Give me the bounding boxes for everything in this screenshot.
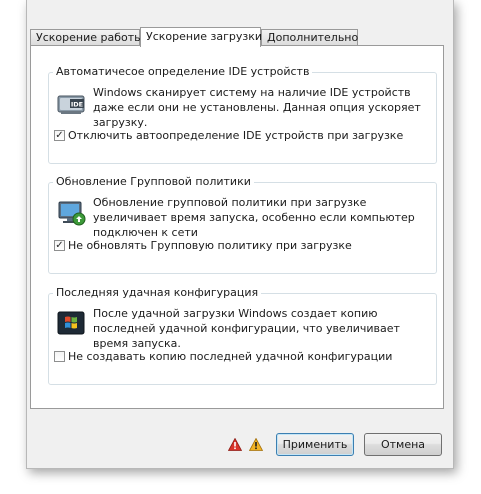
policy-checkbox-row[interactable]: ✓ Не обновлять Групповую политику при заг… bbox=[54, 239, 352, 254]
ide-drive-icon: IDE bbox=[57, 95, 85, 114]
policy-group-title: Обновление Групповой политики bbox=[53, 175, 254, 188]
red-warning-icon bbox=[228, 438, 242, 451]
apply-button[interactable]: Применить bbox=[276, 433, 354, 456]
group-policy-icon bbox=[58, 201, 86, 226]
ide-checkbox-row[interactable]: ✓ Отключить автоопределение IDE устройств… bbox=[54, 129, 403, 144]
ide-checkbox-label: Отключить автоопределение IDE устройств … bbox=[68, 129, 404, 142]
windows-logo-icon bbox=[57, 311, 85, 335]
ide-group-description: Windows сканирует систему на наличие IDE… bbox=[93, 86, 421, 129]
config-group-title: Последняя удачная конфигурация bbox=[53, 286, 262, 299]
tab-additional[interactable]: Дополнительно bbox=[261, 29, 358, 45]
last-good-config-group: Последняя удачная конфигурация После уда… bbox=[48, 286, 437, 385]
tab-boot-speedup[interactable]: Ускорение загрузки bbox=[140, 27, 262, 47]
ide-group-title: Автоматичесое определение IDE устройств bbox=[53, 65, 313, 78]
policy-group-description: Обновление групповой политики при загруз… bbox=[93, 196, 415, 239]
group-policy-group: Обновление Групповой политики Обновление… bbox=[48, 175, 437, 274]
yellow-warning-icon bbox=[249, 438, 263, 451]
config-checkbox-row[interactable]: Не создавать копию последней удачной кон… bbox=[54, 350, 392, 365]
policy-checkbox[interactable]: ✓ bbox=[54, 239, 65, 251]
settings-window: Ускорение работы Ускорение загрузки Допо… bbox=[26, 0, 454, 469]
tab-performance[interactable]: Ускорение работы bbox=[30, 29, 143, 45]
dialog-footer: Применить Отмена bbox=[27, 420, 453, 468]
tab-panel: Автоматичесое определение IDE устройств … bbox=[30, 45, 444, 409]
config-checkbox[interactable] bbox=[54, 350, 65, 362]
ide-icon-text: IDE bbox=[71, 101, 83, 109]
policy-checkbox-label: Не обновлять Групповую политику при загр… bbox=[68, 239, 352, 252]
config-group-description: После удачной загрузки Windows создает к… bbox=[93, 307, 400, 350]
ide-detection-group: Автоматичесое определение IDE устройств … bbox=[48, 65, 437, 164]
config-checkbox-label: Не создавать копию последней удачной кон… bbox=[68, 350, 393, 363]
ide-checkbox[interactable]: ✓ bbox=[54, 129, 65, 141]
cancel-button[interactable]: Отмена bbox=[364, 433, 442, 456]
